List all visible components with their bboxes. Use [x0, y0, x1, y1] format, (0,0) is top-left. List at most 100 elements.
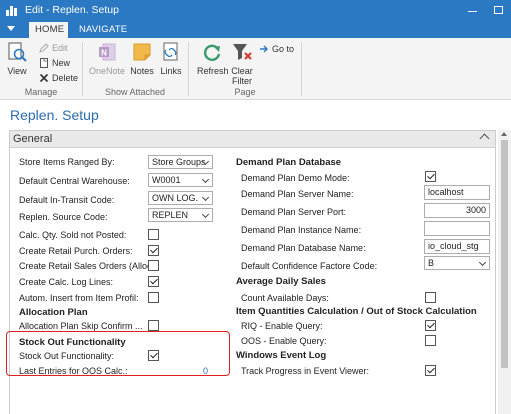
riq-enable-query-checkbox[interactable] [425, 320, 436, 331]
default-confidence-factor-dropdown[interactable]: B [424, 256, 490, 270]
section-header-allocation-plan: Allocation Plan [19, 307, 88, 318]
field-label: Create Calc. Log Lines: [19, 277, 114, 287]
demand-plan-database-name-input[interactable]: io_cloud_stg [424, 239, 490, 254]
delete-label: Delete [52, 73, 79, 83]
maximize-button[interactable] [485, 0, 511, 19]
field-label: Allocation Plan Skip Confirm ... [19, 321, 143, 331]
field-label: Autom. Insert from Item Profil: [19, 293, 139, 303]
section-header-item-quantities: Item Quantities Calculation / Out of Sto… [236, 306, 477, 317]
field-label: Demand Plan Instance Name: [241, 225, 362, 235]
new-document-icon [40, 58, 48, 68]
new-label: New [52, 58, 71, 68]
links-label: Links [160, 66, 182, 76]
go-to-button[interactable]: Go to [259, 43, 294, 55]
onenote-label: OneNote [88, 66, 126, 76]
group-label-manage: Manage [24, 87, 58, 97]
dropdown-value: Store Groups [152, 157, 206, 167]
title-bar: Edit - Replen. Setup [0, 0, 511, 19]
delete-button[interactable]: Delete [39, 72, 78, 84]
edit-button[interactable]: Edit [39, 42, 68, 54]
dropdown-value: B [428, 258, 435, 268]
new-button[interactable]: New [39, 57, 70, 69]
ribbon-tab-bar: HOME NAVIGATE [0, 19, 511, 38]
go-to-label: Go to [272, 44, 295, 54]
field-label: Count Available Days: [241, 293, 329, 303]
notes-icon [133, 43, 151, 61]
create-retail-sales-orders-checkbox[interactable] [148, 260, 159, 271]
links-button[interactable]: Links [159, 41, 183, 76]
field-label: Calc. Qty. Sold not Posted: [19, 230, 127, 240]
count-available-days-checkbox[interactable] [425, 292, 436, 303]
clear-filter-label-1: Clear [231, 66, 253, 76]
general-fasttab-header[interactable]: General [10, 131, 495, 148]
app-menu-button[interactable] [0, 19, 22, 38]
field-label: Create Retail Purch. Orders: [19, 246, 133, 256]
dropdown-value: REPLEN [152, 210, 189, 220]
page-title: Replen. Setup [10, 107, 99, 123]
chevron-down-icon [201, 175, 210, 184]
default-in-transit-code-dropdown[interactable]: OWN LOG. [148, 191, 213, 205]
autom-insert-from-item-profil-checkbox[interactable] [148, 292, 159, 303]
field-label: Demand Plan Demo Mode: [241, 173, 350, 183]
onenote-button[interactable]: N OneNote [87, 41, 127, 76]
ribbon: View Edit New Delete Manage N OneNote No… [0, 38, 511, 100]
highlight-box [6, 331, 230, 376]
demand-plan-server-port-input[interactable]: 3000 [424, 203, 490, 218]
onenote-icon: N [99, 43, 116, 61]
view-label: View [7, 66, 27, 76]
ribbon-group-show-attached: N OneNote Notes Links Show Attached [83, 38, 187, 100]
field-label: OOS - Enable Query: [241, 336, 327, 346]
oos-enable-query-checkbox[interactable] [425, 335, 436, 346]
chevron-down-icon [201, 193, 210, 202]
field-label: Default Central Warehouse: [19, 176, 130, 186]
refresh-button[interactable]: Refresh [197, 41, 229, 76]
field-label: Demand Plan Server Port: [241, 207, 347, 217]
minimize-button[interactable] [459, 0, 485, 19]
create-retail-purch-orders-checkbox[interactable] [148, 245, 159, 256]
group-label-page: Page [234, 87, 256, 97]
vertical-scrollbar[interactable] [498, 130, 511, 414]
field-label: Default Confidence Factore Code: [241, 261, 378, 271]
field-label: Create Retail Sales Orders (Alloc... [19, 261, 160, 271]
chevron-down-icon [201, 210, 210, 219]
ribbon-group-page: Refresh Clear Filter Go to Page [189, 38, 301, 100]
chevron-down-icon [478, 258, 487, 267]
view-icon [8, 42, 27, 62]
view-button[interactable]: View [6, 41, 28, 76]
tab-navigate[interactable]: NAVIGATE [73, 22, 133, 38]
scroll-up-arrow-icon[interactable] [501, 132, 507, 136]
clear-filter-button[interactable]: Clear Filter [229, 41, 255, 86]
track-progress-event-viewer-checkbox[interactable] [425, 365, 436, 376]
dropdown-value: W0001 [152, 175, 181, 185]
section-header-windows-event-log: Windows Event Log [236, 350, 327, 361]
collapse-chevron-icon[interactable] [479, 133, 490, 144]
clear-filter-icon [233, 44, 252, 60]
edit-label: Edit [52, 43, 68, 53]
dropdown-value: OWN LOG. [152, 193, 199, 203]
pencil-icon [39, 43, 49, 53]
create-calc-log-lines-checkbox[interactable] [148, 276, 159, 287]
demand-plan-instance-name-input[interactable] [424, 221, 490, 236]
field-label: Replen. Source Code: [19, 212, 108, 222]
general-header-label: General [13, 133, 53, 145]
field-label: Demand Plan Database Name: [241, 243, 366, 253]
field-label: Track Progress in Event Viewer: [241, 366, 370, 376]
replen-source-code-dropdown[interactable]: REPLEN [148, 208, 213, 222]
allocation-plan-skip-confirm-checkbox[interactable] [148, 320, 159, 331]
demand-plan-server-name-input[interactable]: localhost [424, 185, 490, 200]
field-label: Demand Plan Server Name: [241, 189, 354, 199]
calc-qty-sold-not-posted-checkbox[interactable] [148, 229, 159, 240]
notes-button[interactable]: Notes [129, 41, 155, 76]
tab-home[interactable]: HOME [29, 22, 68, 38]
section-header-average-daily-sales: Average Daily Sales [236, 276, 326, 287]
store-items-ranged-by-dropdown[interactable]: Store Groups [148, 155, 213, 169]
group-label-show-attached: Show Attached [104, 87, 166, 97]
links-icon [163, 42, 178, 61]
svg-text:N: N [101, 49, 107, 58]
ribbon-separator [301, 42, 302, 96]
scrollbar-thumb[interactable] [501, 140, 508, 368]
field-label: Store Items Ranged By: [19, 157, 115, 167]
app-icon [6, 4, 20, 16]
demand-plan-demo-mode-checkbox[interactable] [425, 171, 436, 182]
default-central-warehouse-dropdown[interactable]: W0001 [148, 173, 213, 187]
